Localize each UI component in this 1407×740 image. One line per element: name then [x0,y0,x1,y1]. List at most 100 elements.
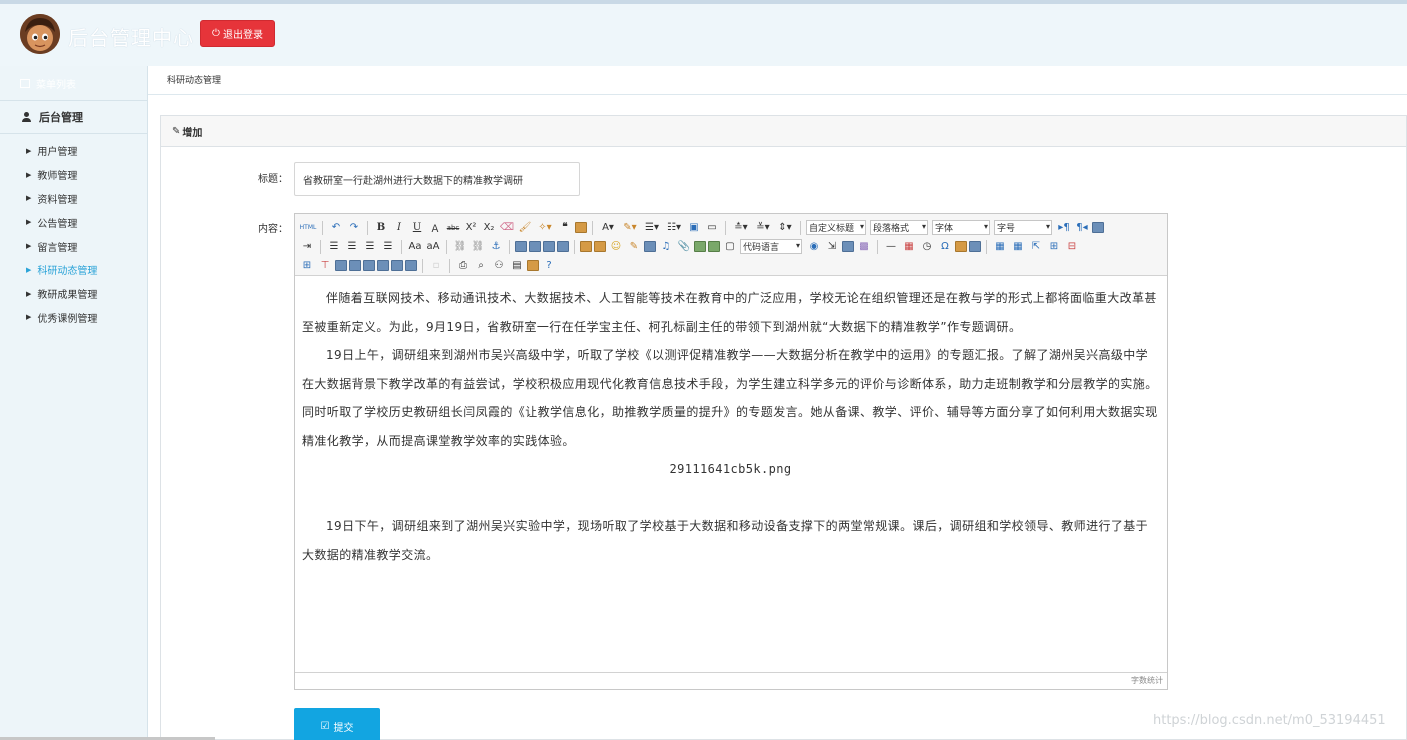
sidebar-item-users[interactable]: ▶ 用户管理 [0,139,147,163]
redo-icon[interactable]: ↷ [346,220,362,235]
justify-center-icon[interactable]: ☰ [344,239,360,254]
delete-table-icon[interactable]: ▦ [1010,239,1026,254]
italic-icon[interactable]: I [391,220,407,235]
template-icon[interactable] [842,241,854,252]
preview-icon[interactable] [969,241,981,252]
merge-right-icon[interactable] [349,260,361,271]
sidebar-item-research-news[interactable]: ▶ 科研动态管理 [0,258,147,282]
ltr-icon[interactable]: ▸¶ [1056,220,1072,235]
editor-content[interactable]: 伴随着互联网技术、移动通讯技术、大数据技术、人工智能等技术在教育中的广泛应用，学… [295,276,1167,672]
code-language-select[interactable]: 代码语言 [740,239,802,254]
background-icon[interactable]: ▩ [856,239,872,254]
insert-paragraph-before-table-icon[interactable]: ⇱ [1028,239,1044,254]
music-icon[interactable]: ♫ [658,239,674,254]
pagebreak-icon[interactable]: ⇲ [824,239,840,254]
font-border-icon[interactable]: Ａ [427,220,443,235]
strikethrough-icon[interactable]: abc [445,220,461,235]
ordered-list-icon[interactable]: ☰▾ [642,220,662,235]
indent-icon[interactable]: ⇥ [299,239,315,254]
delete-row-icon[interactable]: ⊟ [1064,239,1080,254]
justify-left-icon[interactable]: ☰ [326,239,342,254]
eraser-icon[interactable]: ⌫ [499,220,515,235]
auto-format-icon[interactable]: ✧▾ [535,220,555,235]
select-all-icon[interactable]: ▣ [686,220,702,235]
logout-button[interactable]: ⏻ 退出登录 [200,20,275,47]
zoom-preview-icon[interactable]: ⌕ [473,258,489,273]
print-icon[interactable]: ⎙ [455,258,471,273]
row-spacing-bottom-icon[interactable]: ≚▾ [753,220,773,235]
insert-video-icon[interactable] [644,241,656,252]
insert-col-icon[interactable]: ⊞ [299,258,315,273]
find-icon[interactable]: ⚇ [491,258,507,273]
simple-upload-icon[interactable] [580,241,592,252]
emotion-icon[interactable]: ☺ [608,239,624,254]
attachment-icon[interactable]: 📎 [676,239,692,254]
clear-doc-icon[interactable]: ▭ [704,220,720,235]
sidebar-item-lessons[interactable]: ▶ 优秀课例管理 [0,306,147,330]
search-replace-icon[interactable] [955,241,967,252]
paste-plain-icon[interactable] [575,222,587,233]
charts-icon[interactable]: ▫ [428,258,444,273]
unlink-icon[interactable]: ⛓ [470,239,486,254]
anchor-icon[interactable]: ⚓ [488,239,504,254]
insert-frame-icon[interactable]: ▢ [722,239,738,254]
lowercase-icon[interactable]: aA [425,239,441,254]
special-chars-icon[interactable]: Ω [937,239,953,254]
sidebar-item-teachers[interactable]: ▶ 教师管理 [0,163,147,187]
delete-col-icon[interactable]: ⊤ [317,258,333,273]
format-brush-icon[interactable]: 🖌 [517,220,533,235]
insert-image-icon[interactable] [594,241,606,252]
auto-typeset-icon[interactable] [527,260,539,271]
sidebar-item-messages[interactable]: ▶ 留言管理 [0,234,147,258]
highlight-icon[interactable]: ✎▾ [620,220,640,235]
sidebar-group-admin[interactable]: 后台管理 [0,101,147,134]
drafts-icon[interactable]: ▤ [509,258,525,273]
web-app-icon[interactable]: ◉ [806,239,822,254]
insert-row-icon[interactable]: ⊞ [1046,239,1062,254]
help-icon[interactable]: ? [541,258,557,273]
submit-button[interactable]: ☑ 提交 [294,708,380,740]
merge-cells-icon[interactable] [335,260,347,271]
split-to-rows-icon[interactable] [391,260,403,271]
image-center-icon[interactable] [557,241,569,252]
blockquote-icon[interactable]: ❝ [557,220,573,235]
sidebar-item-announcements[interactable]: ▶ 公告管理 [0,210,147,234]
horizontal-rule-icon[interactable]: — [883,239,899,254]
fullscreen-icon[interactable] [1092,222,1104,233]
scrawl-icon[interactable]: ✎ [626,239,642,254]
sidebar-item-materials[interactable]: ▶ 资料管理 [0,187,147,211]
subscript-icon[interactable]: X₂ [481,220,497,235]
justify-full-icon[interactable]: ☰ [380,239,396,254]
uppercase-icon[interactable]: Aa [407,239,423,254]
split-to-cols-icon[interactable] [405,260,417,271]
image-left-icon[interactable] [529,241,541,252]
justify-right-icon[interactable]: ☰ [362,239,378,254]
row-spacing-top-icon[interactable]: ≛▾ [731,220,751,235]
merge-down-icon[interactable] [363,260,375,271]
paragraph-format-select[interactable]: 段落格式 [870,220,928,235]
time-icon[interactable]: ◷ [919,239,935,254]
map-icon[interactable] [694,241,706,252]
custom-title-select[interactable]: 自定义标题 [806,220,866,235]
title-input[interactable] [294,162,580,196]
line-height-icon[interactable]: ⇕▾ [775,220,795,235]
image-right-icon[interactable] [543,241,555,252]
image-placeholder[interactable]: 29111641cb5k.png [302,455,1159,484]
rtl-icon[interactable]: ¶◂ [1074,220,1090,235]
sidebar-item-research-results[interactable]: ▶ 教研成果管理 [0,282,147,306]
split-to-cells-icon[interactable] [377,260,389,271]
gmap-icon[interactable] [708,241,720,252]
undo-icon[interactable]: ↶ [328,220,344,235]
image-none-icon[interactable] [515,241,527,252]
link-icon[interactable]: ⛓ [452,239,468,254]
bold-icon[interactable]: B [373,220,389,235]
unordered-list-icon[interactable]: ☷▾ [664,220,684,235]
font-color-icon[interactable]: A▾ [598,220,618,235]
font-size-select[interactable]: 字号 [994,220,1052,235]
underline-icon[interactable]: U [409,220,425,235]
font-family-select[interactable]: 字体 [932,220,990,235]
superscript-icon[interactable]: X² [463,220,479,235]
date-icon[interactable]: ▦ [901,239,917,254]
insert-table-icon[interactable]: ▦ [992,239,1008,254]
html-source-icon[interactable]: HTML [299,220,317,235]
